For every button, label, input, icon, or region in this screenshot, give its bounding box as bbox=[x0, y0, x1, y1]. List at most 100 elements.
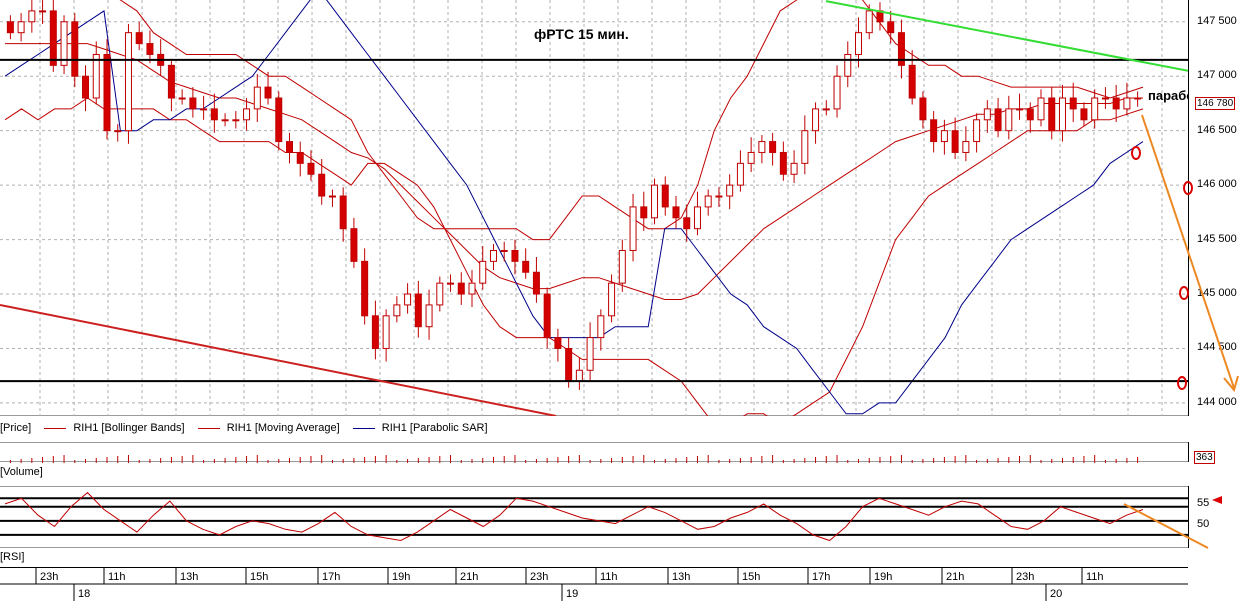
time-label: 11h bbox=[600, 571, 618, 583]
candle bbox=[597, 315, 605, 339]
price-tick: 145 500 bbox=[1197, 232, 1237, 245]
candle bbox=[779, 151, 787, 175]
candle bbox=[124, 32, 132, 132]
date-label: 20 bbox=[1050, 588, 1062, 600]
candle bbox=[565, 347, 573, 382]
candle bbox=[769, 141, 777, 153]
candle bbox=[1016, 108, 1024, 111]
candle bbox=[994, 108, 1002, 132]
candle bbox=[962, 141, 970, 153]
candle bbox=[286, 141, 293, 153]
candle bbox=[479, 260, 487, 284]
candle bbox=[1123, 97, 1131, 110]
time-label: 13h bbox=[180, 571, 198, 583]
candle bbox=[500, 249, 508, 252]
time-label: 23h bbox=[1016, 571, 1034, 583]
price-tick: 146 500 bbox=[1197, 123, 1237, 136]
time-label: 19h bbox=[874, 571, 892, 583]
volume-chart[interactable] bbox=[0, 443, 1188, 463]
candle bbox=[747, 151, 755, 164]
candle bbox=[575, 369, 583, 382]
candle bbox=[489, 249, 497, 262]
time-label: 21h bbox=[946, 571, 964, 583]
time-label: 17h bbox=[322, 571, 340, 583]
time-label: 11h bbox=[108, 571, 126, 583]
candle bbox=[361, 260, 369, 317]
candle bbox=[758, 141, 766, 153]
candle bbox=[522, 260, 530, 273]
candle bbox=[6, 21, 14, 34]
candle bbox=[253, 86, 261, 110]
candle bbox=[790, 162, 798, 175]
candle bbox=[1058, 97, 1066, 132]
price-pane[interactable]: фРТС 15 мин. параболик bbox=[0, 0, 1217, 416]
rsi-chart[interactable] bbox=[0, 487, 1188, 549]
candle bbox=[511, 249, 519, 262]
candle bbox=[114, 130, 122, 133]
time-label: 13h bbox=[672, 571, 690, 583]
candle bbox=[586, 337, 594, 371]
candle bbox=[1112, 97, 1120, 110]
time-axis: 23h 11h 13h 15h 17h 19h 21h 23h 11h 13h 15h 17h 19h 2… bbox=[0, 567, 1188, 601]
candle bbox=[672, 206, 680, 219]
candle bbox=[1080, 108, 1088, 121]
price-tick: 147 500 bbox=[1197, 14, 1237, 27]
time-axis-svg: 23h 11h 13h 15h 17h 19h 21h 23h 11h 13h 15h 17h 19h 2… bbox=[0, 568, 1188, 601]
rsi-axis: 55 50 bbox=[1188, 486, 1244, 548]
candle bbox=[608, 282, 616, 317]
candle bbox=[425, 304, 433, 328]
candle bbox=[801, 130, 809, 164]
candle bbox=[844, 53, 852, 77]
candle bbox=[382, 315, 390, 349]
date-label: 18 bbox=[78, 588, 90, 600]
candle bbox=[232, 119, 240, 122]
candle bbox=[82, 75, 90, 99]
candle bbox=[736, 162, 744, 186]
candle bbox=[715, 195, 723, 198]
price-axis: 147 500 147 000 146 500 146 000 145 500 145 0… bbox=[1188, 0, 1244, 416]
candle bbox=[189, 97, 197, 110]
candle bbox=[1026, 108, 1034, 121]
rsi-pane[interactable] bbox=[0, 486, 1188, 548]
time-label: 21h bbox=[460, 571, 478, 583]
candle bbox=[693, 206, 701, 230]
candle bbox=[704, 195, 712, 208]
legend-swatch-ma bbox=[197, 427, 220, 429]
candle bbox=[812, 108, 820, 132]
candle bbox=[554, 337, 562, 349]
rsi-tick-55: 55 bbox=[1197, 497, 1210, 509]
volume-pane[interactable] bbox=[0, 442, 1188, 463]
candle bbox=[1101, 97, 1109, 100]
candle bbox=[457, 282, 465, 295]
candle bbox=[887, 21, 895, 34]
candle bbox=[178, 97, 186, 100]
candle bbox=[350, 228, 358, 262]
price-legend: [Price] RIH1 [Bollinger Bands] RIH1 [Mov… bbox=[0, 420, 1188, 436]
price-tick: 146 000 bbox=[1197, 178, 1237, 191]
candle bbox=[49, 10, 57, 66]
candle bbox=[60, 21, 68, 66]
candle bbox=[855, 32, 862, 55]
candle bbox=[296, 151, 304, 164]
time-label: 23h bbox=[530, 571, 548, 583]
candle bbox=[71, 21, 79, 77]
candle bbox=[683, 217, 691, 230]
candle bbox=[1134, 97, 1142, 100]
price-tick: 147 000 bbox=[1197, 69, 1237, 82]
candle bbox=[865, 10, 873, 34]
candle bbox=[135, 32, 143, 45]
candle bbox=[146, 43, 154, 55]
legend-swatch-sar bbox=[352, 427, 375, 429]
time-label: 15h bbox=[742, 571, 760, 583]
rsi-label: [RSI] bbox=[0, 551, 25, 563]
candle bbox=[17, 21, 25, 34]
candle bbox=[908, 64, 916, 99]
candle bbox=[532, 271, 540, 295]
candle bbox=[618, 249, 626, 284]
rsi-line bbox=[4, 491, 1144, 542]
trend-line-lower bbox=[0, 303, 557, 416]
price-tick: 144 000 bbox=[1197, 395, 1237, 408]
moving-average bbox=[5, 43, 1143, 300]
candle bbox=[307, 162, 315, 175]
price-chart[interactable] bbox=[0, 0, 1188, 416]
